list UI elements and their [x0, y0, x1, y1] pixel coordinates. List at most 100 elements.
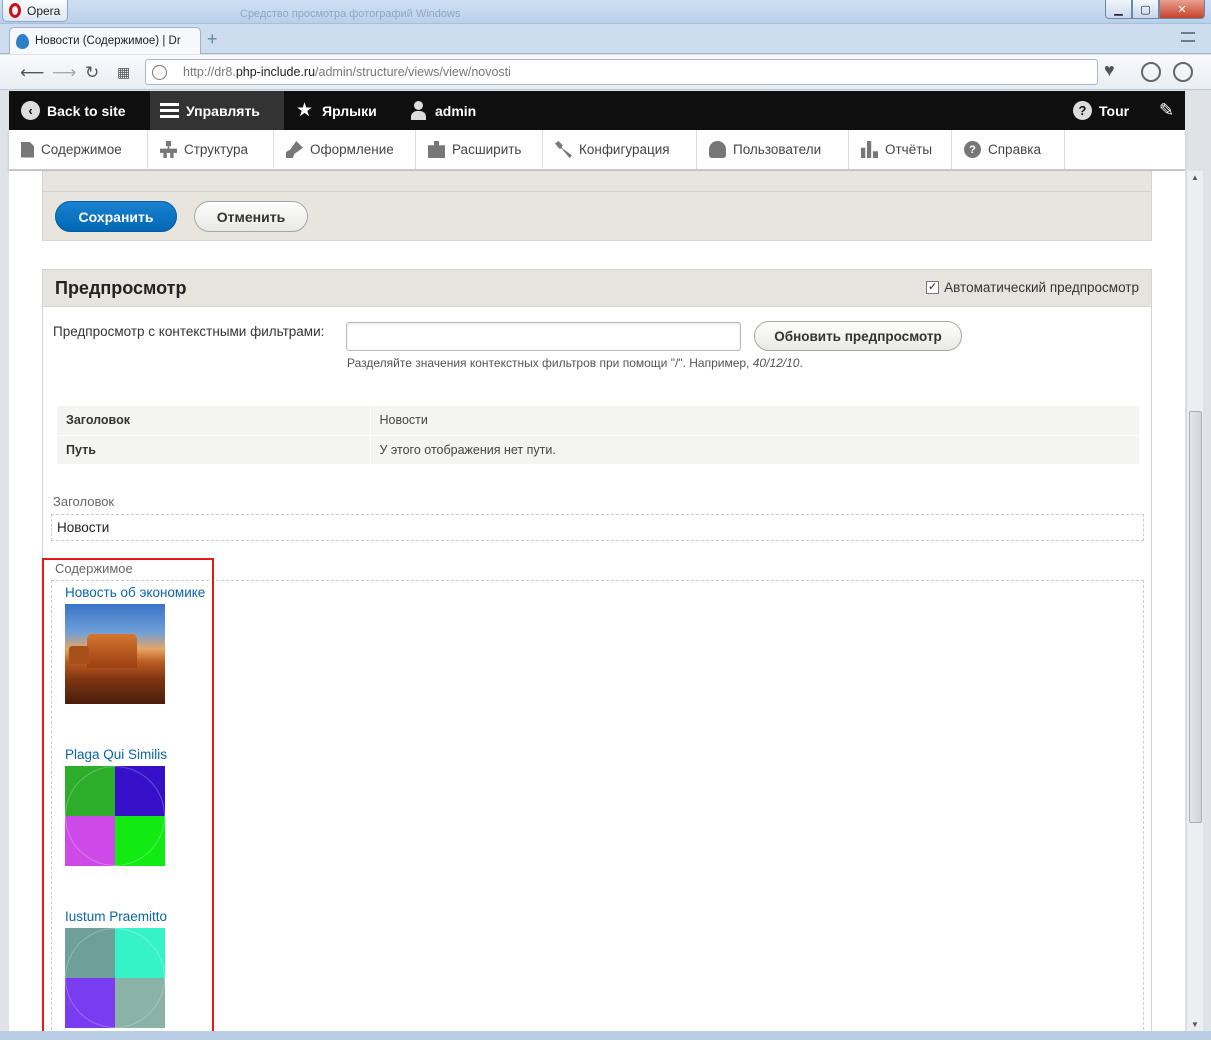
menu-item-configuration[interactable]: Конфигурация — [543, 130, 697, 169]
help-icon: ? — [964, 141, 981, 158]
menu-item-label: Отчёты — [885, 142, 933, 157]
menu-item-people[interactable]: Пользователи — [697, 130, 849, 169]
content-area: Новость об экономике Plaga Qui Similis I… — [51, 580, 1144, 1031]
browser-tab[interactable]: Новости (Содержимое) | Dr — [9, 27, 201, 54]
forward-arrow-icon[interactable]: ⟶ — [52, 64, 76, 81]
window-bottom-frame — [0, 1031, 1211, 1040]
people-icon — [709, 141, 726, 158]
page-content: Сохранить Отменить Предпросмотр ✓ Автома… — [9, 171, 1185, 1031]
menu-item-reports[interactable]: Отчёты — [849, 130, 952, 169]
header-area: Новости — [51, 514, 1144, 541]
speed-dial-icon[interactable]: ▦ — [117, 64, 130, 81]
auto-preview-label: Автоматический предпросмотр — [944, 280, 1139, 295]
shortcuts-tab[interactable]: ★ Ярлыки — [296, 91, 377, 130]
auto-preview-toggle[interactable]: ✓ Автоматический предпросмотр — [926, 280, 1139, 295]
content-area-label: Содержимое — [55, 561, 133, 576]
cancel-button[interactable]: Отменить — [194, 201, 308, 232]
window-controls: ▁ ▢ ✕ — [1105, 0, 1205, 19]
info-value: У этого отображения нет пути. — [370, 435, 1139, 465]
tour-button[interactable]: ? Tour — [1073, 91, 1129, 130]
menu-item-help[interactable]: ? Справка — [952, 130, 1065, 169]
preview-header: Предпросмотр ✓ Автоматический предпросмо… — [43, 270, 1151, 307]
bar-chart-icon — [861, 141, 878, 158]
menu-item-label: Пользователи — [733, 142, 822, 157]
new-tab-icon[interactable]: + — [207, 30, 218, 48]
menu-item-label: Структура — [184, 142, 249, 157]
item-title-link[interactable]: Iustum Praemitto — [65, 909, 167, 924]
item-title-link[interactable]: Новость об экономике — [65, 585, 205, 600]
tour-label: Tour — [1099, 102, 1130, 119]
wrench-icon — [555, 141, 572, 158]
window-titlebar: Opera Средство просмотра фотографий Wind… — [0, 0, 1211, 24]
site-info-icon[interactable] — [152, 65, 167, 80]
vertical-scrollbar[interactable]: ▲ ▼ — [1186, 171, 1203, 1031]
contextual-filters-help: Разделяйте значения контекстных фильтров… — [347, 356, 803, 370]
user-label: admin — [435, 102, 477, 119]
back-arrow-icon[interactable]: ⟵ — [20, 64, 44, 81]
back-to-site-label: Back to site — [47, 102, 126, 119]
hamburger-icon — [160, 101, 179, 120]
info-key: Заголовок — [57, 406, 371, 436]
table-row: Заголовок Новости — [57, 406, 1139, 436]
menu-item-extend[interactable]: Расширить — [416, 130, 543, 169]
header-area-label: Заголовок — [53, 494, 115, 509]
background-window-title: Средство просмотра фотографий Windows — [240, 8, 461, 20]
preview-title: Предпросмотр — [55, 278, 187, 298]
menu-item-label: Конфигурация — [579, 142, 670, 157]
item-title-link[interactable]: Plaga Qui Similis — [65, 747, 167, 762]
opera-menu-label: Opera — [27, 4, 61, 18]
menu-item-label: Расширить — [452, 142, 522, 157]
view-info-table: Заголовок Новости Путь У этого отображен… — [57, 406, 1139, 465]
account-icon[interactable] — [1173, 62, 1193, 82]
minimize-button[interactable]: ▁ — [1105, 0, 1132, 19]
scroll-up-icon[interactable]: ▲ — [1191, 173, 1199, 182]
contextual-filters-input[interactable] — [346, 322, 741, 351]
color-grid-thumbnail[interactable] — [65, 928, 165, 1028]
menu-item-content[interactable]: Содержимое — [9, 130, 148, 169]
opera-menu-button[interactable]: Opera — [2, 0, 68, 22]
update-preview-button[interactable]: Обновить предпросмотр — [754, 321, 962, 351]
tab-title: Новости (Содержимое) | Dr — [35, 35, 181, 47]
admin-menu-tray: Содержимое Структура Оформление Расширит… — [9, 130, 1185, 170]
puzzle-icon — [428, 141, 445, 158]
menu-item-label: Оформление — [310, 142, 394, 157]
menu-item-appearance[interactable]: Оформление — [274, 130, 416, 169]
back-to-site-link[interactable]: ‹ Back to site — [21, 91, 126, 130]
user-tab[interactable]: admin — [409, 91, 476, 130]
scrollbar-thumb[interactable] — [1189, 411, 1202, 823]
heart-bookmark-icon[interactable]: ♥ — [1104, 61, 1115, 79]
table-row: Путь У этого отображения нет пути. — [57, 435, 1139, 465]
save-button[interactable]: Сохранить — [55, 201, 177, 232]
close-button[interactable]: ✕ — [1159, 0, 1205, 19]
brush-icon — [286, 141, 303, 158]
info-value: Новости — [370, 406, 1139, 436]
opera-logo-icon — [9, 3, 21, 18]
structure-icon — [160, 141, 177, 158]
question-icon: ? — [1073, 101, 1092, 120]
document-icon — [21, 141, 34, 158]
preview-section: Предпросмотр ✓ Автоматический предпросмо… — [42, 269, 1152, 1031]
tab-menu-icon[interactable] — [1181, 32, 1195, 42]
manage-label: Управлять — [186, 102, 260, 119]
address-field[interactable]: http://dr8.php-include.ru/admin/structur… — [145, 59, 1098, 85]
url-text: http://dr8.php-include.ru/admin/structur… — [183, 65, 511, 79]
scroll-down-icon[interactable]: ▼ — [1191, 1020, 1199, 1029]
menu-item-structure[interactable]: Структура — [148, 130, 274, 169]
admin-toolbar: ‹ Back to site Управлять ★ Ярлыки admin … — [9, 91, 1185, 130]
reload-icon[interactable]: ↻ — [85, 64, 99, 81]
user-icon — [409, 101, 428, 120]
maximize-button[interactable]: ▢ — [1132, 0, 1159, 19]
auto-preview-checkbox[interactable]: ✓ — [926, 281, 940, 294]
shortcuts-label: Ярлыки — [322, 102, 377, 119]
download-icon[interactable] — [1141, 62, 1161, 82]
desert-photo-thumbnail[interactable] — [65, 604, 165, 704]
address-toolbar: ⟵ ⟶ ↻ ▦ http://dr8.php-include.ru/admin/… — [0, 55, 1211, 90]
color-grid-thumbnail[interactable] — [65, 766, 165, 866]
contextual-filters-label: Предпросмотр с контекстными фильтрами: — [53, 324, 325, 339]
drupal-favicon-icon — [16, 33, 29, 49]
edit-pencil-icon[interactable]: ✎ — [1159, 91, 1174, 130]
manage-tab[interactable]: Управлять — [150, 91, 284, 130]
form-actions: Сохранить Отменить — [42, 171, 1152, 241]
star-icon: ★ — [296, 100, 314, 121]
info-key: Путь — [57, 435, 371, 465]
